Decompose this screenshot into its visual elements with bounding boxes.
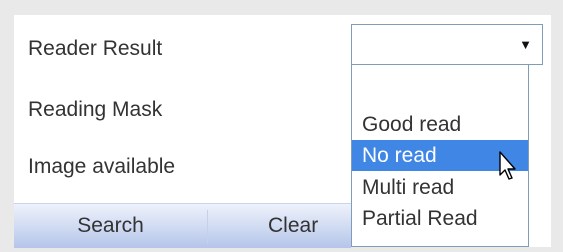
reader-result-select[interactable]: ▼ bbox=[351, 24, 543, 65]
dropdown-arrow-icon[interactable]: ▼ bbox=[519, 37, 532, 52]
option-good-read[interactable]: Good read bbox=[352, 109, 528, 140]
mouse-pointer-icon bbox=[499, 151, 516, 180]
reading-mask-label: Reading Mask bbox=[28, 98, 163, 121]
clear-button[interactable]: Clear bbox=[208, 204, 351, 248]
search-button[interactable]: Search bbox=[14, 204, 207, 248]
search-form-panel: Reader Result Reading Mask Image availab… bbox=[14, 15, 551, 248]
reader-result-label: Reader Result bbox=[28, 37, 163, 60]
button-bar: Search Clear bbox=[14, 203, 351, 248]
option-partial-read[interactable]: Partial Read bbox=[352, 203, 528, 234]
image-available-label: Image available bbox=[28, 155, 176, 178]
